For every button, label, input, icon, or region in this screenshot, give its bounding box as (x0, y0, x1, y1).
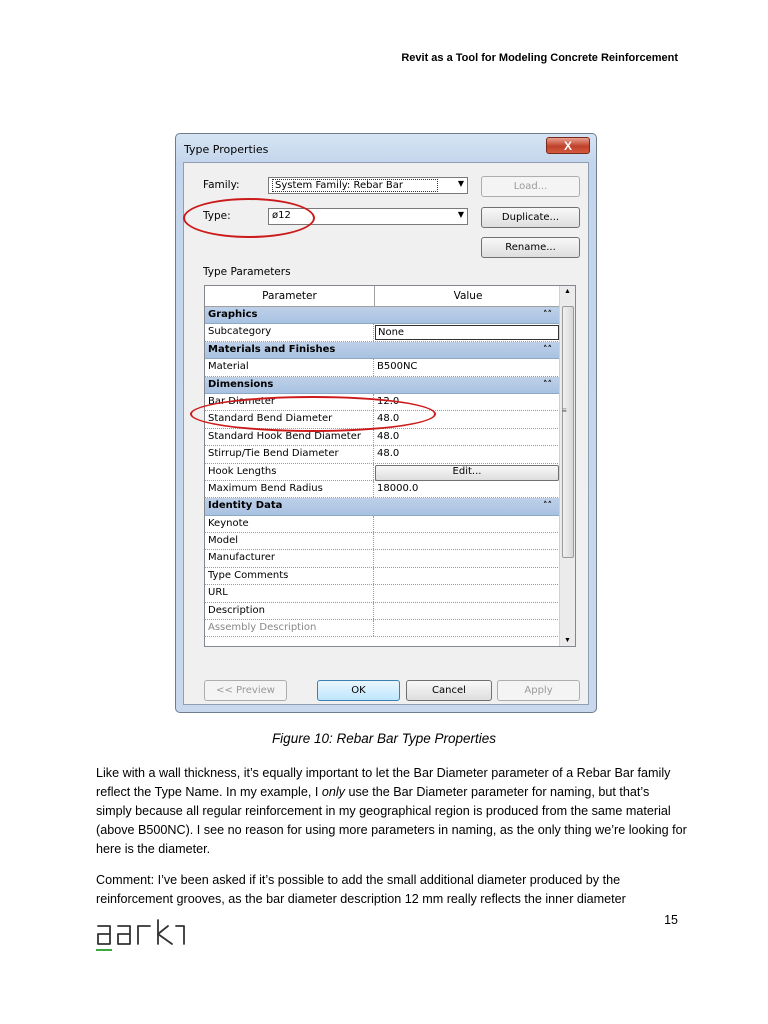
stirrup-value[interactable]: 48.0 (374, 446, 560, 462)
param-row-hook-lengths: Hook Lengths Edit... (205, 463, 560, 481)
family-select[interactable]: System Family: Rebar Bar ▼ (268, 177, 468, 194)
para1-emphasis: only (321, 785, 345, 799)
param-name: Keynote (205, 515, 374, 533)
cancel-button[interactable]: Cancel (406, 680, 492, 701)
max-bend-value[interactable]: 18000.0 (374, 481, 560, 497)
preview-button[interactable]: << Preview (204, 680, 287, 701)
param-name: URL (205, 585, 374, 602)
body-paragraph-1: Like with a wall thickness, it’s equally… (96, 764, 688, 859)
material-value[interactable]: B500NC (374, 359, 560, 375)
value-column-header[interactable]: Value (375, 286, 561, 306)
subcategory-value[interactable]: None (375, 325, 559, 340)
param-name: Maximum Bend Radius (205, 480, 374, 498)
type-highlight-oval (183, 198, 315, 238)
running-header: Revit as a Tool for Modeling Concrete Re… (401, 52, 678, 64)
collapse-icon: ˄˄ (543, 379, 552, 390)
dropdown-arrow-icon: ▼ (457, 210, 464, 219)
group-dimensions[interactable]: Dimensions ˄˄ (205, 376, 560, 394)
grid-scrollbar[interactable]: ▲ ≡ ▼ (559, 286, 575, 646)
dialog-title: Type Properties (184, 143, 269, 156)
param-name: Stirrup/Tie Bend Diameter (205, 446, 374, 463)
assembly-value[interactable] (374, 620, 560, 636)
param-row-stirrup: Stirrup/Tie Bend Diameter 48.0 (205, 446, 560, 464)
param-row-url: URL (205, 585, 560, 603)
family-label: Family: (203, 179, 240, 191)
param-row-material: Material B500NC (205, 359, 560, 377)
dropdown-arrow-icon: ▼ (457, 179, 464, 188)
param-name: Subcategory (205, 324, 374, 341)
group-label: Graphics (208, 309, 258, 320)
group-label: Materials and Finishes (208, 343, 336, 355)
url-value[interactable] (374, 585, 560, 601)
group-label: Identity Data (208, 500, 283, 512)
param-row-description: Description (205, 602, 560, 621)
hook-lengths-edit-button[interactable]: Edit... (375, 464, 559, 481)
param-row-subcategory: Subcategory None (205, 324, 560, 342)
param-name: Description (205, 602, 374, 620)
group-materials[interactable]: Materials and Finishes ˄˄ (205, 341, 560, 360)
load-button[interactable]: Load... (481, 176, 580, 197)
bar-diameter-highlight-oval (190, 396, 436, 432)
logo-wordmark-icon (96, 919, 185, 951)
group-identity[interactable]: Identity Data ˄˄ (205, 498, 560, 516)
param-name: Hook Lengths (205, 463, 374, 480)
figure-caption: Figure 10: Rebar Bar Type Properties (271, 731, 497, 746)
type-parameters-label: Type Parameters (203, 266, 291, 278)
grid-header: Parameter Value (205, 286, 575, 307)
param-row-std-hook: Standard Hook Bend Diameter 48.0 (205, 428, 560, 447)
parameter-column-header[interactable]: Parameter (205, 286, 375, 306)
page-number: 15 (664, 913, 678, 927)
param-name: Material (205, 359, 374, 376)
param-name: Type Comments (205, 567, 374, 585)
std-hook-value[interactable]: 48.0 (374, 429, 560, 445)
ok-button[interactable]: OK (317, 680, 400, 701)
dark-logo (96, 916, 188, 959)
close-button[interactable]: X (546, 137, 590, 154)
scroll-down-icon[interactable]: ▼ (564, 637, 571, 644)
param-row-type-comments: Type Comments (205, 567, 560, 586)
scroll-thumb[interactable] (562, 306, 574, 558)
description-value[interactable] (374, 603, 560, 619)
collapse-icon: ˄˄ (543, 310, 552, 320)
param-row-manufacturer: Manufacturer (205, 550, 560, 568)
scroll-grip-icon: ≡ (562, 406, 567, 415)
duplicate-button[interactable]: Duplicate... (481, 207, 580, 228)
param-name: Assembly Description (205, 620, 374, 637)
model-value[interactable] (374, 533, 560, 549)
family-select-value: System Family: Rebar Bar (272, 179, 438, 192)
param-row-max-bend: Maximum Bend Radius 18000.0 (205, 480, 560, 499)
type-comments-value[interactable] (374, 568, 560, 584)
param-row-assembly: Assembly Description (205, 620, 560, 638)
type-parameters-grid: Parameter Value Graphics ˄˄ Subcategory N… (204, 285, 576, 647)
collapse-icon: ˄˄ (543, 501, 552, 512)
group-graphics[interactable]: Graphics ˄˄ (205, 307, 560, 325)
param-row-model: Model (205, 533, 560, 551)
param-row-keynote: Keynote (205, 515, 560, 534)
param-name: Manufacturer (205, 550, 374, 567)
body-paragraph-2: Comment: I’ve been asked if it’s possibl… (96, 873, 626, 906)
collapse-icon: ˄˄ (543, 344, 552, 355)
keynote-value[interactable] (374, 516, 560, 532)
rename-button[interactable]: Rename... (481, 237, 580, 258)
group-label: Dimensions (208, 378, 274, 390)
param-name: Model (205, 533, 374, 550)
apply-button[interactable]: Apply (497, 680, 580, 701)
manufacturer-value[interactable] (374, 550, 560, 566)
dialog-body: Family: System Family: Rebar Bar ▼ Load.… (183, 162, 589, 705)
scroll-up-icon[interactable]: ▲ (564, 288, 571, 295)
